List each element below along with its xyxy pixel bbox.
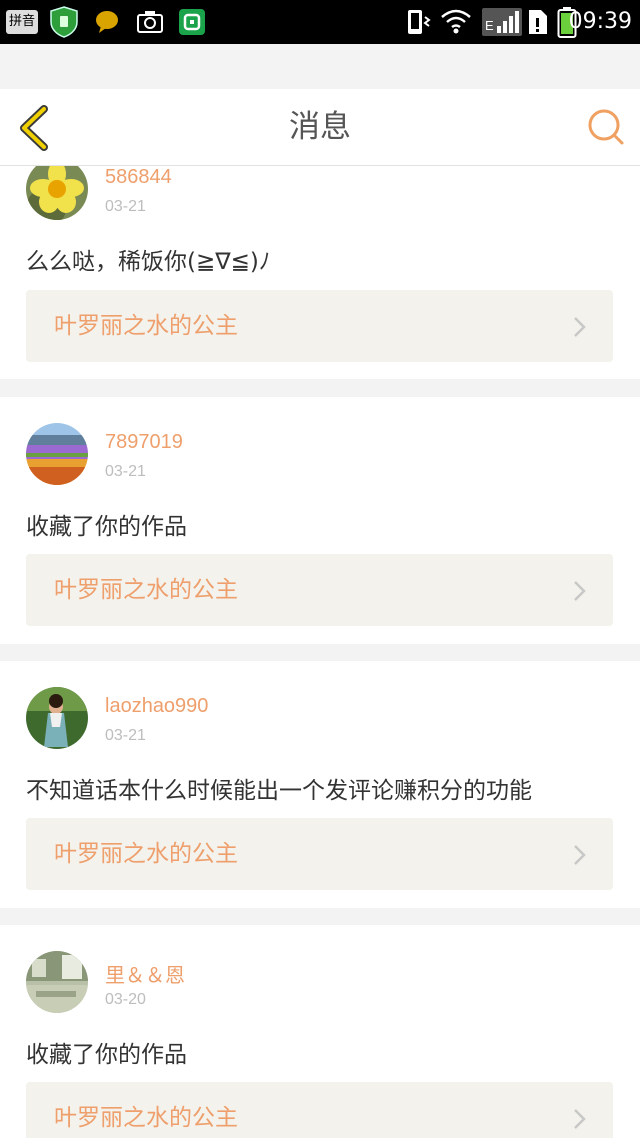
work-link[interactable]: 叶罗丽之水的公主	[26, 290, 613, 362]
message-list[interactable]: 586844 03-21 么么哒，稀饭你(≧∇≦)ﾉ 叶罗丽之水的公主 7897…	[0, 166, 640, 1138]
search-icon[interactable]	[586, 107, 626, 147]
message-text: 不知道话本什么时候能出一个发评论赚积分的功能	[26, 778, 532, 804]
sim-icon	[529, 10, 547, 34]
message-date: 03-21	[105, 727, 146, 744]
chevron-right-icon	[574, 317, 586, 337]
person-avatar-image	[26, 687, 88, 749]
message-date: 03-21	[105, 198, 146, 215]
field-avatar-image	[26, 423, 88, 485]
avatar[interactable]	[26, 166, 88, 220]
avatar[interactable]	[26, 951, 88, 1013]
message-date: 03-21	[105, 463, 146, 480]
avatar[interactable]	[26, 423, 88, 485]
message-text: 收藏了你的作品	[26, 514, 187, 540]
work-title: 叶罗丽之水的公主	[54, 1105, 238, 1131]
message-text: 么么哒，稀饭你(≧∇≦)ﾉ	[26, 249, 271, 275]
username[interactable]: laozhao990	[105, 695, 208, 718]
chevron-right-icon	[574, 581, 586, 601]
work-link[interactable]: 叶罗丽之水的公主	[26, 554, 613, 626]
flower-avatar-image	[26, 166, 88, 220]
shield-app-icon	[50, 6, 78, 38]
username[interactable]: 586844	[105, 166, 172, 189]
chevron-right-icon	[574, 1109, 586, 1129]
username[interactable]: 7897019	[105, 431, 183, 454]
status-bar: 拼音 E 09:39	[0, 0, 640, 44]
network-type-label: E	[485, 18, 494, 33]
chat-bubble-icon	[96, 11, 118, 33]
work-title: 叶罗丽之水的公主	[54, 313, 238, 339]
work-link[interactable]: 叶罗丽之水的公主	[26, 818, 613, 890]
camera-icon	[137, 11, 163, 33]
chevron-right-icon	[574, 845, 586, 865]
work-title: 叶罗丽之水的公主	[54, 577, 238, 603]
vibrate-icon	[408, 10, 431, 34]
status-time: 09:39	[568, 9, 632, 34]
message-card: 586844 03-21 么么哒，稀饭你(≧∇≦)ﾉ 叶罗丽之水的公主	[0, 166, 640, 379]
page-title: 消息	[289, 109, 351, 145]
signal-icon: E	[482, 8, 522, 36]
message-card: laozhao990 03-21 不知道话本什么时候能出一个发评论赚积分的功能 …	[0, 661, 640, 908]
username[interactable]: 里＆＆恩	[105, 959, 185, 988]
message-text: 收藏了你的作品	[26, 1042, 187, 1068]
wifi-icon	[441, 9, 471, 34]
message-card: 7897019 03-21 收藏了你的作品 叶罗丽之水的公主	[0, 397, 640, 644]
message-date: 03-20	[105, 991, 146, 1008]
top-spacer	[0, 44, 640, 89]
green-app-icon	[179, 9, 205, 35]
message-card: 里＆＆恩 03-20 收藏了你的作品 叶罗丽之水的公主	[0, 925, 640, 1138]
nav-bar: 消息	[0, 89, 640, 166]
avatar[interactable]	[26, 687, 88, 749]
room-avatar-image	[26, 951, 88, 1013]
work-link[interactable]: 叶罗丽之水的公主	[26, 1082, 613, 1138]
work-title: 叶罗丽之水的公主	[54, 841, 238, 867]
ime-icon: 拼音	[6, 10, 38, 34]
